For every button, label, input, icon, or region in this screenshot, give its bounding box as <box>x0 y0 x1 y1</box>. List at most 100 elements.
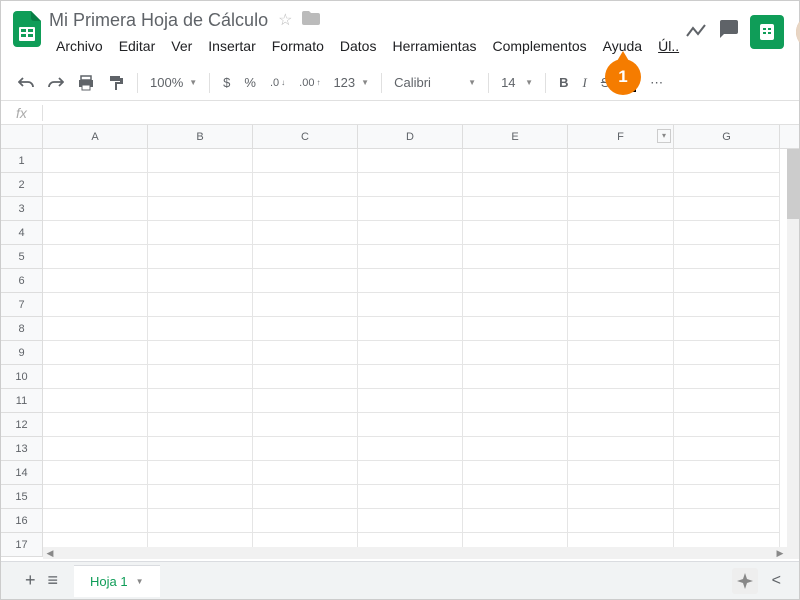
bold-button[interactable]: B <box>554 71 573 94</box>
redo-icon[interactable] <box>43 73 69 93</box>
cell[interactable] <box>568 509 674 533</box>
col-header-d[interactable]: D <box>358 125 463 148</box>
menu-last-edit[interactable]: Úl.. <box>651 35 686 57</box>
col-header-b[interactable]: B <box>148 125 253 148</box>
print-icon[interactable] <box>73 71 99 95</box>
cell[interactable] <box>568 197 674 221</box>
col-header-c[interactable]: C <box>253 125 358 148</box>
cell[interactable] <box>674 317 780 341</box>
cell[interactable] <box>674 221 780 245</box>
cell[interactable] <box>253 461 358 485</box>
star-icon[interactable]: ☆ <box>278 10 292 30</box>
cell[interactable] <box>148 413 253 437</box>
row-header[interactable]: 4 <box>1 221 43 245</box>
cell[interactable] <box>43 293 148 317</box>
cell[interactable] <box>674 509 780 533</box>
doc-title[interactable]: Mi Primera Hoja de Cálculo <box>49 10 268 31</box>
cell[interactable] <box>148 197 253 221</box>
cell[interactable] <box>253 389 358 413</box>
comment-icon[interactable] <box>718 20 738 44</box>
cell[interactable] <box>674 365 780 389</box>
cell[interactable] <box>358 245 463 269</box>
cell[interactable] <box>358 389 463 413</box>
cell[interactable] <box>43 269 148 293</box>
row-header[interactable]: 3 <box>1 197 43 221</box>
menu-ver[interactable]: Ver <box>164 35 199 57</box>
cell[interactable] <box>568 389 674 413</box>
decrease-decimal-button[interactable]: .0↓ <box>265 73 290 93</box>
cell[interactable] <box>568 413 674 437</box>
cell[interactable] <box>463 197 568 221</box>
row-header[interactable]: 16 <box>1 509 43 533</box>
cell[interactable] <box>674 413 780 437</box>
cell[interactable] <box>463 149 568 173</box>
cell[interactable] <box>568 293 674 317</box>
cell[interactable] <box>43 341 148 365</box>
cell[interactable] <box>674 173 780 197</box>
cell[interactable] <box>568 245 674 269</box>
cell[interactable] <box>253 437 358 461</box>
row-header[interactable]: 8 <box>1 317 43 341</box>
currency-button[interactable]: $ <box>218 71 235 94</box>
cell[interactable] <box>148 461 253 485</box>
cell[interactable] <box>358 221 463 245</box>
cell[interactable] <box>358 437 463 461</box>
row-header[interactable]: 13 <box>1 437 43 461</box>
cell[interactable] <box>253 245 358 269</box>
row-header[interactable]: 5 <box>1 245 43 269</box>
cell[interactable] <box>358 365 463 389</box>
cell[interactable] <box>568 485 674 509</box>
cell[interactable] <box>43 197 148 221</box>
cell[interactable] <box>463 485 568 509</box>
cell[interactable] <box>674 293 780 317</box>
cell[interactable] <box>463 293 568 317</box>
cell[interactable] <box>358 149 463 173</box>
cell[interactable] <box>463 413 568 437</box>
cell[interactable] <box>463 317 568 341</box>
cell[interactable] <box>148 221 253 245</box>
cell[interactable] <box>358 269 463 293</box>
sheet-menu-icon[interactable]: ▼ <box>136 577 144 586</box>
col-header-g[interactable]: G <box>674 125 780 148</box>
cell[interactable] <box>568 437 674 461</box>
cell[interactable] <box>568 149 674 173</box>
scroll-left-icon[interactable]: ◀ <box>43 547 57 559</box>
menu-insertar[interactable]: Insertar <box>201 35 262 57</box>
cell[interactable] <box>253 221 358 245</box>
row-header[interactable]: 15 <box>1 485 43 509</box>
row-header[interactable]: 14 <box>1 461 43 485</box>
row-header[interactable]: 6 <box>1 269 43 293</box>
cell[interactable] <box>463 509 568 533</box>
increase-decimal-button[interactable]: .00↑ <box>294 73 325 93</box>
cell[interactable] <box>463 269 568 293</box>
row-header[interactable]: 12 <box>1 413 43 437</box>
explore-button[interactable] <box>732 568 758 594</box>
cell[interactable] <box>568 461 674 485</box>
cell[interactable] <box>674 461 780 485</box>
cell[interactable] <box>358 173 463 197</box>
cell[interactable] <box>148 293 253 317</box>
menu-datos[interactable]: Datos <box>333 35 384 57</box>
percent-button[interactable]: % <box>239 71 261 94</box>
cell[interactable] <box>358 485 463 509</box>
menu-complementos[interactable]: Complementos <box>485 35 593 57</box>
cell[interactable] <box>43 365 148 389</box>
cell[interactable] <box>43 245 148 269</box>
cell[interactable] <box>43 461 148 485</box>
cell[interactable] <box>568 317 674 341</box>
cell[interactable] <box>148 437 253 461</box>
cell[interactable] <box>148 245 253 269</box>
cell[interactable] <box>358 293 463 317</box>
italic-button[interactable]: I <box>577 71 591 95</box>
avatar[interactable] <box>796 15 800 49</box>
cell[interactable] <box>463 461 568 485</box>
row-header[interactable]: 10 <box>1 365 43 389</box>
paint-format-icon[interactable] <box>103 71 129 95</box>
sheets-logo[interactable] <box>13 9 41 49</box>
cell[interactable] <box>674 389 780 413</box>
all-sheets-button[interactable]: ≡ <box>42 564 65 597</box>
cell[interactable] <box>253 413 358 437</box>
cell[interactable] <box>253 269 358 293</box>
cell[interactable] <box>253 149 358 173</box>
cell[interactable] <box>463 173 568 197</box>
